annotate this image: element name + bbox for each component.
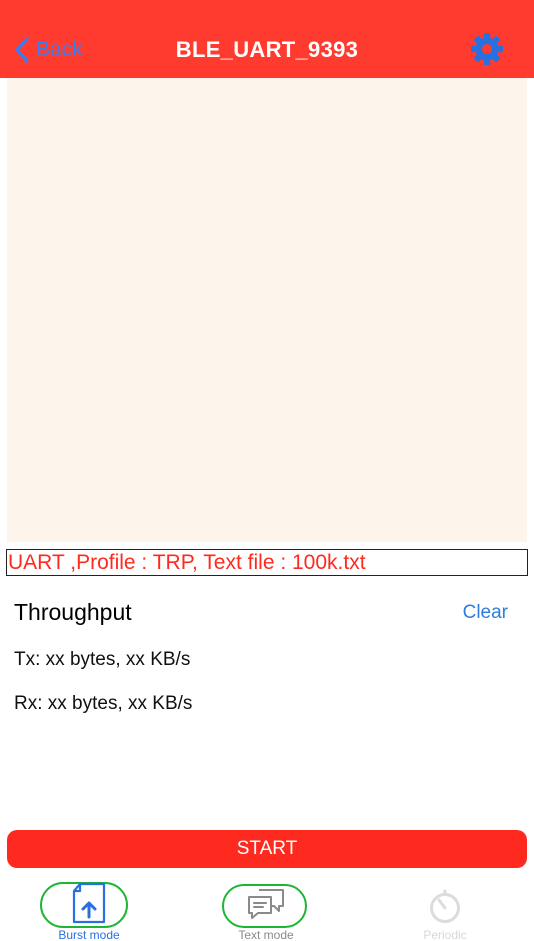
profile-info-box: UART ,Profile : TRP, Text file : 100k.tx… [6,549,528,576]
gear-icon [471,33,503,65]
tab-burst-mode[interactable]: Burst mode [29,874,149,941]
page-title: BLE_UART_9393 [175,37,359,62]
tab-text-mode-label: Text mode [238,928,294,941]
timer-icon [430,889,460,923]
rx-throughput: Rx: xx bytes, xx KB/s [14,693,193,714]
profile-info-text: UART ,Profile : TRP, Text file : 100k.tx… [8,551,366,574]
file-upload-icon [72,882,106,924]
tab-periodic-label: Periodic [423,928,467,941]
throughput-title: Throughput [14,599,132,625]
tx-throughput: Tx: xx bytes, xx KB/s [14,649,191,670]
log-text-area[interactable] [7,78,527,542]
tab-periodic[interactable]: Periodic [385,874,505,941]
tab-burst-mode-label: Burst mode [58,928,120,941]
tab-text-mode[interactable]: Text mode [206,874,326,941]
settings-button[interactable] [470,32,504,66]
tab-bar: Burst mode Text mode Periodic [0,874,534,941]
start-button[interactable]: START [7,830,527,868]
navigation-bar: Back BLE_UART_9393 [0,0,534,78]
clear-button[interactable]: Clear [463,601,508,625]
chat-bubbles-icon [248,889,284,919]
